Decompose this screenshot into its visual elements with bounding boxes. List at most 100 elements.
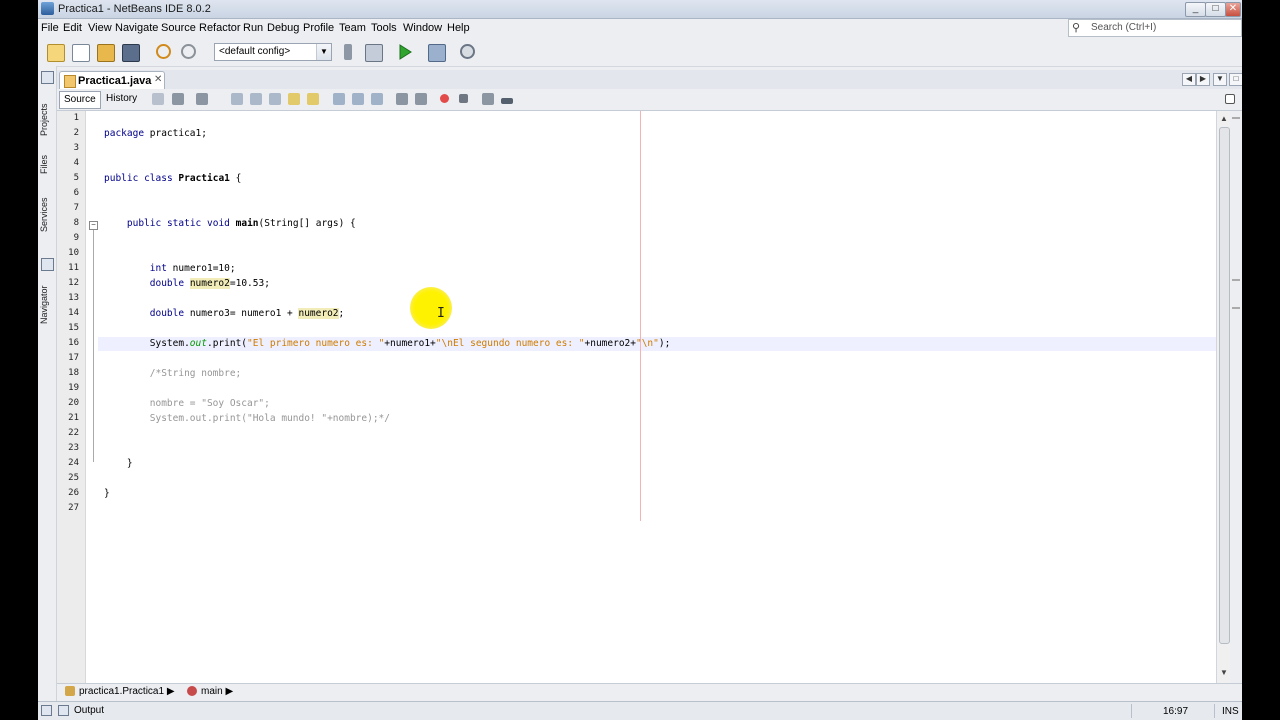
redo-icon[interactable] xyxy=(179,42,199,62)
menu-view[interactable]: View xyxy=(88,22,112,34)
scroll-down-icon[interactable]: ▼ xyxy=(1220,668,1228,677)
scroll-up-icon[interactable]: ▲ xyxy=(1220,114,1228,123)
stop-macro-icon[interactable] xyxy=(457,92,471,106)
back-icon[interactable] xyxy=(171,92,185,106)
find-previous-icon[interactable] xyxy=(249,92,263,106)
menu-team[interactable]: Team xyxy=(339,22,366,34)
uncomment-icon[interactable] xyxy=(500,92,514,106)
show-opened-documents-icon[interactable]: ▼ xyxy=(1213,73,1227,86)
comment-icon[interactable] xyxy=(481,92,495,106)
clean-build-icon[interactable] xyxy=(363,42,383,62)
tab-practica1-java[interactable]: Practica1.java ✕ xyxy=(59,71,165,90)
toggle-rect-selection-icon[interactable] xyxy=(306,92,320,106)
scrollbar-thumb[interactable] xyxy=(1219,127,1230,644)
toggle-bookmark-icon[interactable] xyxy=(370,92,384,106)
code-line[interactable]: public static void main(String[] args) { xyxy=(104,218,356,229)
error-stripe-mark xyxy=(1232,117,1240,119)
code-line[interactable]: package practica1; xyxy=(104,128,207,139)
undo-icon[interactable] xyxy=(154,42,174,62)
menu-navigate[interactable]: Navigate xyxy=(115,22,158,34)
mouse-pointer-highlight xyxy=(410,287,452,329)
save-all-icon[interactable] xyxy=(120,42,140,62)
code-line[interactable]: double numero3= numero1 + numero2; xyxy=(104,308,344,319)
breadcrumb-method[interactable]: main ▶ xyxy=(187,686,233,697)
line-number: 9 xyxy=(73,233,79,243)
debug-icon[interactable] xyxy=(426,42,446,62)
menu-profile[interactable]: Profile xyxy=(303,22,334,34)
run-icon[interactable] xyxy=(395,42,415,62)
previous-bookmark-icon[interactable] xyxy=(332,92,346,106)
history-view-button[interactable]: History xyxy=(102,91,141,107)
code-line[interactable]: } xyxy=(104,488,110,499)
scroll-tabs-left-icon[interactable]: ◀ xyxy=(1182,73,1196,86)
code-line[interactable]: System.out.print("Hola mundo! "+nombre);… xyxy=(104,413,390,424)
editor-tab-strip: Practica1.java ✕ ◀ ▶ ▼ □ xyxy=(57,70,1242,90)
menu-debug[interactable]: Debug xyxy=(267,22,299,34)
menu-bar: File Edit View Navigate Source Refactor … xyxy=(38,19,1242,38)
menu-source[interactable]: Source xyxy=(161,22,196,34)
find-selection-icon[interactable] xyxy=(230,92,244,106)
open-project-icon[interactable] xyxy=(95,42,115,62)
code-line[interactable]: /*String nombre; xyxy=(104,368,242,379)
chevron-down-icon: ▼ xyxy=(316,44,331,60)
fold-toggle-icon[interactable]: − xyxy=(89,221,98,230)
menu-file[interactable]: File xyxy=(41,22,59,34)
code-line[interactable]: } xyxy=(104,458,133,469)
method-icon xyxy=(187,686,197,696)
code-line[interactable]: nombre = "Soy Oscar"; xyxy=(104,398,270,409)
maximize-button[interactable]: □ xyxy=(1205,2,1226,17)
source-view-button[interactable]: Source xyxy=(59,91,101,109)
line-number: 19 xyxy=(68,383,79,393)
menu-run[interactable]: Run xyxy=(243,22,263,34)
menu-help[interactable]: Help xyxy=(447,22,470,34)
close-tab-icon[interactable]: ✕ xyxy=(154,74,162,85)
search-input[interactable]: ⚲ Search (Ctrl+I) xyxy=(1068,19,1242,37)
code-line[interactable]: double numero2=10.53; xyxy=(104,278,270,289)
editor-toolbar: Source History xyxy=(57,89,1242,111)
line-number: 7 xyxy=(73,203,79,213)
find-next-icon[interactable] xyxy=(268,92,282,106)
build-icon[interactable] xyxy=(338,42,358,62)
code-editor[interactable]: − 1 2 package practica1; 3 4 5 public class Pr… xyxy=(57,111,1224,683)
output-window-icon xyxy=(58,705,69,716)
shift-right-icon[interactable] xyxy=(414,92,428,106)
output-tab[interactable]: Output xyxy=(74,705,104,716)
breadcrumb-class[interactable]: practica1.Practica1 ▶ xyxy=(65,686,175,697)
menu-window[interactable]: Window xyxy=(403,22,442,34)
close-window-button[interactable]: ✕ xyxy=(1225,2,1241,17)
config-select[interactable]: <default config> ▼ xyxy=(214,43,332,61)
line-number: 23 xyxy=(68,443,79,453)
code-line[interactable]: System.out.print("El primero numero es: … xyxy=(104,338,671,349)
search-placeholder: Search (Ctrl+I) xyxy=(1091,22,1157,33)
side-tab-files[interactable]: Files xyxy=(39,146,55,174)
menu-refactor[interactable]: Refactor xyxy=(199,22,241,34)
line-number: 5 xyxy=(73,173,79,183)
toggle-highlight-icon[interactable] xyxy=(287,92,301,106)
line-number: 2 xyxy=(73,128,79,138)
forward-icon[interactable] xyxy=(195,92,209,106)
code-line[interactable]: int numero1=10; xyxy=(104,263,236,274)
restore-panels-icon[interactable] xyxy=(41,71,54,84)
scroll-tabs-right-icon[interactable]: ▶ xyxy=(1196,73,1210,86)
split-editor-icon[interactable] xyxy=(1223,92,1237,106)
next-bookmark-icon[interactable] xyxy=(351,92,365,106)
code-line[interactable]: public class Practica1 { xyxy=(104,173,241,184)
side-tab-navigator[interactable]: Navigator xyxy=(39,274,55,324)
line-number: 4 xyxy=(73,158,79,168)
profile-icon[interactable] xyxy=(458,42,478,62)
menu-tools[interactable]: Tools xyxy=(371,22,397,34)
maximize-window-icon[interactable]: □ xyxy=(1229,73,1242,86)
new-project-icon[interactable] xyxy=(45,42,65,62)
vertical-scrollbar[interactable]: ▲ ▼ xyxy=(1216,111,1231,683)
navigator-panel-icon xyxy=(41,258,54,271)
restore-output-icon[interactable] xyxy=(41,705,52,716)
caret-position: 16:97 xyxy=(1163,706,1189,717)
menu-edit[interactable]: Edit xyxy=(63,22,82,34)
last-edit-icon[interactable] xyxy=(151,92,165,106)
shift-left-icon[interactable] xyxy=(395,92,409,106)
side-tab-services[interactable]: Services xyxy=(39,188,55,232)
side-tab-projects[interactable]: Projects xyxy=(39,88,55,136)
minimize-button[interactable]: _ xyxy=(1185,2,1206,17)
start-macro-icon[interactable] xyxy=(438,92,452,106)
new-file-icon[interactable] xyxy=(70,42,90,62)
